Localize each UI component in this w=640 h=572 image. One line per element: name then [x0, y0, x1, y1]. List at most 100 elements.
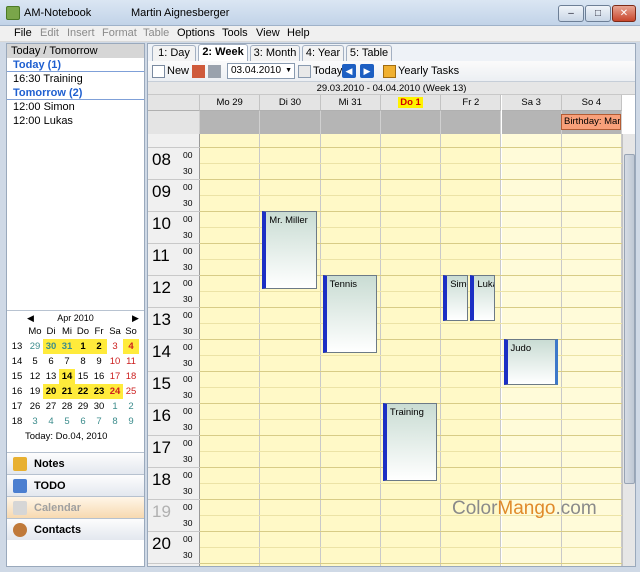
calendar-day[interactable]: 6 — [43, 354, 59, 369]
calendar-day[interactable]: 6 — [75, 414, 91, 429]
yearly-tasks-button[interactable]: Yearly Tasks — [398, 65, 459, 77]
today-icon[interactable] — [298, 65, 311, 78]
next-month-icon[interactable]: ▶ — [132, 313, 139, 324]
menu-format[interactable]: Format — [102, 27, 137, 39]
day-header[interactable]: Do 1 — [380, 95, 442, 111]
tab-table[interactable]: 5: Table — [346, 45, 392, 61]
calendar-day[interactable]: 22 — [75, 384, 91, 399]
day-column[interactable] — [200, 134, 261, 566]
yearly-tasks-icon[interactable] — [383, 65, 396, 78]
vertical-scrollbar[interactable] — [622, 134, 635, 566]
agenda-item[interactable]: 12:00 Lukas — [7, 114, 144, 128]
calendar-day[interactable]: 2 — [91, 339, 107, 354]
agenda-item[interactable]: 12:00 Simon — [7, 100, 144, 114]
menu-edit[interactable]: Edit — [40, 27, 59, 39]
calendar-button[interactable]: Calendar — [7, 496, 144, 518]
calendar-day[interactable]: 5 — [59, 414, 75, 429]
tab-day[interactable]: 1: Day — [152, 45, 196, 61]
menu-insert[interactable]: Insert — [67, 27, 95, 39]
calendar-day[interactable]: 14 — [59, 369, 75, 384]
calendar-day[interactable]: 8 — [75, 354, 91, 369]
calendar-day[interactable]: 26 — [27, 399, 43, 414]
all-day-cell[interactable] — [320, 111, 381, 134]
mini-calendar-today[interactable]: Today: Do.04, 2010 — [25, 431, 107, 442]
calendar-day[interactable]: 5 — [27, 354, 43, 369]
all-day-cell[interactable] — [380, 111, 442, 134]
calendar-day[interactable]: 20 — [43, 384, 59, 399]
day-header[interactable]: Di 30 — [260, 95, 321, 111]
menu-options[interactable]: Options — [177, 27, 215, 39]
appointment[interactable]: Lukas — [470, 274, 496, 321]
appointment[interactable]: Tennis — [322, 274, 377, 353]
delete-icon[interactable] — [208, 65, 221, 78]
calendar-day[interactable]: 30 — [43, 339, 59, 354]
calendar-day[interactable]: 7 — [59, 354, 75, 369]
contacts-button[interactable]: Contacts — [7, 518, 144, 540]
calendar-day[interactable]: 3 — [107, 339, 123, 354]
edit-icon[interactable] — [192, 65, 205, 78]
chevron-down-icon[interactable]: ▼ — [285, 64, 292, 78]
appointment[interactable]: Simon — [443, 274, 469, 321]
day-column[interactable] — [260, 134, 321, 566]
close-button[interactable]: ✕ — [612, 5, 636, 22]
agenda-today-label[interactable]: Today (1) — [7, 58, 144, 72]
calendar-day[interactable]: 18 — [123, 369, 139, 384]
week-number[interactable]: 14 — [9, 354, 25, 369]
calendar-day[interactable]: 16 — [91, 369, 107, 384]
all-day-cell[interactable] — [441, 111, 502, 134]
notes-button[interactable]: Notes — [7, 452, 144, 474]
calendar-day[interactable]: 24 — [107, 384, 123, 399]
day-column[interactable] — [380, 134, 442, 566]
menu-table[interactable]: Table — [143, 27, 169, 39]
calendar-day[interactable]: 15 — [75, 369, 91, 384]
calendar-day[interactable]: 1 — [75, 339, 91, 354]
calendar-day[interactable]: 3 — [27, 414, 43, 429]
day-header[interactable]: Mo 29 — [200, 95, 261, 111]
tab-month[interactable]: 3: Month — [250, 45, 300, 61]
calendar-day[interactable]: 17 — [107, 369, 123, 384]
calendar-day[interactable]: 29 — [27, 339, 43, 354]
new-icon[interactable] — [152, 65, 165, 78]
agenda-tomorrow-label[interactable]: Tomorrow (2) — [7, 86, 144, 100]
calendar-day[interactable]: 9 — [123, 414, 139, 429]
appointment[interactable]: Judo — [503, 338, 558, 385]
calendar-day[interactable]: 7 — [91, 414, 107, 429]
week-number[interactable]: 17 — [9, 399, 25, 414]
agenda-item[interactable]: 16:30 Training — [7, 72, 144, 86]
calendar-day[interactable]: 21 — [59, 384, 75, 399]
date-picker[interactable]: 03.04.2010 ▼ — [227, 63, 295, 79]
birthday-event[interactable]: Birthday: Mar — [561, 114, 621, 130]
calendar-day[interactable]: 10 — [107, 354, 123, 369]
tab-year[interactable]: 4: Year — [302, 45, 344, 61]
menu-view[interactable]: View — [256, 27, 280, 39]
maximize-button[interactable]: □ — [585, 5, 611, 22]
calendar-day[interactable]: 27 — [43, 399, 59, 414]
week-number[interactable]: 15 — [9, 369, 25, 384]
calendar-day[interactable]: 4 — [43, 414, 59, 429]
calendar-day[interactable]: 29 — [75, 399, 91, 414]
week-number[interactable]: 13 — [9, 339, 25, 354]
day-header[interactable]: Sa 3 — [501, 95, 562, 111]
day-header[interactable]: So 4 — [561, 95, 623, 111]
calendar-day[interactable]: 25 — [123, 384, 139, 399]
calendar-day[interactable]: 12 — [27, 369, 43, 384]
day-header[interactable]: Mi 31 — [320, 95, 381, 111]
week-number[interactable]: 16 — [9, 384, 25, 399]
calendar-day[interactable]: 31 — [59, 339, 75, 354]
calendar-day[interactable]: 23 — [91, 384, 107, 399]
calendar-day[interactable]: 1 — [107, 399, 123, 414]
appointment[interactable]: Training — [382, 402, 438, 481]
calendar-day[interactable]: 30 — [91, 399, 107, 414]
day-header[interactable]: Fr 2 — [441, 95, 502, 111]
appointment[interactable]: Mr. Miller — [262, 210, 317, 289]
calendar-day[interactable]: 8 — [107, 414, 123, 429]
todo-button[interactable]: TODO — [7, 474, 144, 496]
week-number[interactable]: 18 — [9, 414, 25, 429]
menu-tools[interactable]: Tools — [222, 27, 248, 39]
calendar-day[interactable]: 4 — [123, 339, 139, 354]
menu-file[interactable]: File — [14, 27, 32, 39]
calendar-day[interactable]: 19 — [27, 384, 43, 399]
calendar-day[interactable]: 13 — [43, 369, 59, 384]
today-button[interactable]: Today — [313, 65, 342, 77]
calendar-day[interactable]: 28 — [59, 399, 75, 414]
